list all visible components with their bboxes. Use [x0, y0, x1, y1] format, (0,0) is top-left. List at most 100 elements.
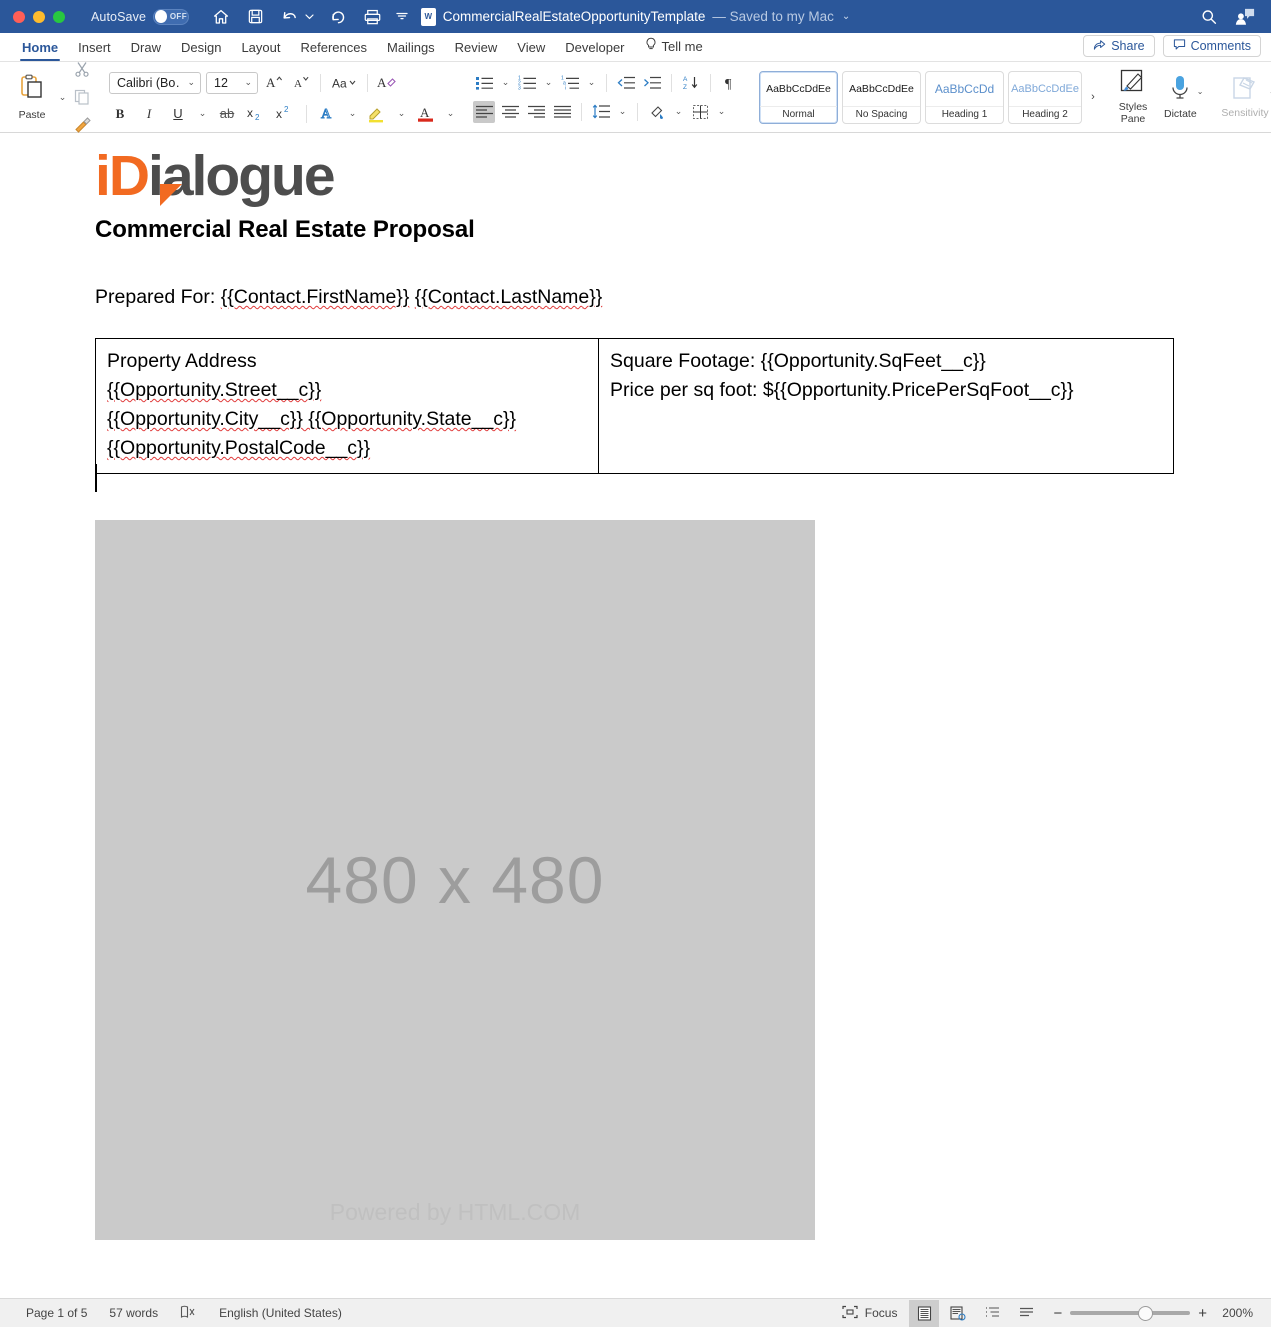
sensitivity-button[interactable]: Sensitivity [1221, 62, 1269, 132]
multilevel-list-chevron-icon[interactable]: ⌄ [585, 72, 598, 94]
line-spacing-chevron-icon[interactable]: ⌄ [616, 101, 629, 123]
zoom-slider-thumb[interactable] [1138, 1305, 1154, 1321]
increase-indent-icon[interactable] [641, 72, 663, 94]
shading-icon[interactable] [646, 101, 668, 123]
change-case-icon[interactable]: Aa [329, 72, 359, 94]
focus-mode-button[interactable]: Focus [842, 1305, 897, 1322]
maximize-window-button[interactable] [53, 10, 65, 23]
window-controls[interactable] [13, 10, 65, 23]
dictate-chevron-icon[interactable]: ⌄ [1197, 87, 1204, 96]
redo-icon[interactable] [328, 7, 348, 27]
search-icon[interactable] [1199, 7, 1219, 27]
tab-mailings[interactable]: Mailings [377, 40, 445, 61]
share-button[interactable]: Share [1083, 35, 1155, 57]
text-effects-icon[interactable]: A [317, 103, 339, 125]
line-spacing-icon[interactable] [590, 101, 612, 123]
tab-developer[interactable]: Developer [555, 40, 634, 61]
tab-home[interactable]: Home [12, 40, 68, 61]
styles-gallery[interactable]: AaBbCcDdEe Normal AaBbCcDdEe No Spacing … [757, 62, 1102, 132]
underline-options-chevron-icon[interactable]: ⌄ [196, 103, 209, 125]
strikethrough-button[interactable]: ab [216, 103, 238, 125]
borders-icon[interactable] [689, 101, 711, 123]
tab-layout[interactable]: Layout [231, 40, 290, 61]
align-right-button[interactable] [525, 101, 547, 123]
clear-formatting-icon[interactable]: A [376, 72, 398, 94]
undo-dropdown-icon[interactable] [305, 7, 314, 27]
zoom-slider[interactable] [1070, 1305, 1191, 1321]
image-placeholder[interactable]: 480 x 480 Powered by HTML.COM [95, 520, 815, 1240]
underline-button[interactable]: U [167, 103, 189, 125]
table-cell-property-address[interactable]: Property Address {{Opportunity.Street__c… [95, 337, 599, 475]
show-formatting-marks-icon[interactable]: ¶ [719, 72, 741, 94]
align-left-button[interactable] [473, 100, 495, 123]
italic-button[interactable]: I [138, 103, 160, 125]
page-number-status[interactable]: Page 1 of 5 [26, 1306, 87, 1320]
font-color-icon[interactable]: A [415, 103, 437, 125]
subscript-button[interactable]: x2 [245, 103, 267, 125]
shading-chevron-icon[interactable]: ⌄ [672, 101, 685, 123]
chevron-down-icon[interactable]: ⌄ [842, 11, 850, 22]
language-status[interactable]: English (United States) [219, 1306, 342, 1320]
tab-draw[interactable]: Draw [121, 40, 171, 61]
borders-chevron-icon[interactable]: ⌄ [715, 101, 728, 123]
print-layout-view-button[interactable] [909, 1299, 940, 1327]
styles-pane-button[interactable]: Styles Pane [1118, 62, 1148, 132]
quick-access-toolbar[interactable] [211, 7, 408, 27]
format-painter-icon[interactable] [71, 114, 93, 136]
decrease-font-size-icon[interactable]: A [290, 72, 312, 94]
zoom-level-label[interactable]: 200% [1215, 1306, 1253, 1320]
tell-me-button[interactable]: Tell me [635, 37, 713, 61]
document-canvas[interactable]: iDialogue Commercial Real Estate Proposa… [0, 134, 1271, 1298]
tab-view[interactable]: View [507, 40, 555, 61]
account-icon[interactable] [1235, 7, 1255, 27]
print-icon[interactable] [362, 7, 382, 27]
text-effects-chevron-icon[interactable]: ⌄ [346, 103, 359, 125]
increase-font-size-icon[interactable]: A [263, 72, 285, 94]
font-name-combo[interactable]: Calibri (Bo… ⌄ [109, 71, 201, 94]
bold-button[interactable]: B [109, 103, 131, 125]
highlight-color-icon[interactable] [366, 103, 388, 125]
sort-icon[interactable]: AZ [680, 72, 702, 94]
multilevel-list-icon[interactable]: 1ai [559, 72, 581, 94]
style-heading-1[interactable]: AaBbCcDd Heading 1 [925, 70, 1004, 124]
home-icon[interactable] [211, 7, 231, 27]
bulleted-list-icon[interactable] [473, 72, 495, 94]
undo-icon[interactable] [279, 7, 299, 27]
style-heading-2[interactable]: AaBbCcDdEe Heading 2 [1008, 70, 1082, 124]
paste-button[interactable]: Paste [8, 73, 56, 121]
tab-design[interactable]: Design [171, 40, 231, 61]
bulleted-list-chevron-icon[interactable]: ⌄ [499, 72, 512, 94]
autosave-toggle[interactable]: OFF [153, 8, 190, 25]
font-size-combo[interactable]: 12 ⌄ [206, 71, 258, 94]
numbered-list-icon[interactable]: 123 [516, 72, 538, 94]
styles-gallery-more-button[interactable]: › [1086, 91, 1100, 103]
style-normal[interactable]: AaBbCcDdEe Normal [759, 70, 838, 124]
style-no-spacing[interactable]: AaBbCcDdEe No Spacing [842, 70, 921, 124]
property-details-table[interactable]: Property Address {{Opportunity.Street__c… [95, 337, 1174, 475]
comments-button[interactable]: Comments [1162, 35, 1261, 57]
zoom-out-button[interactable]: − [1053, 1305, 1062, 1322]
word-count-status[interactable]: 57 words [109, 1306, 158, 1320]
close-window-button[interactable] [13, 10, 25, 23]
zoom-control[interactable]: − + 200% [1053, 1305, 1253, 1322]
customize-toolbar-icon[interactable] [396, 7, 408, 27]
web-layout-view-button[interactable] [943, 1300, 973, 1327]
outline-view-button[interactable] [977, 1300, 1007, 1327]
justify-button[interactable] [551, 101, 573, 123]
table-cell-square-footage[interactable]: Square Footage: {{Opportunity.SqFeet__c}… [598, 337, 1174, 475]
cut-icon[interactable] [71, 58, 93, 80]
draft-view-button[interactable] [1011, 1300, 1041, 1327]
paste-options-chevron-icon[interactable]: ⌄ [56, 86, 69, 108]
superscript-button[interactable]: x2 [274, 103, 296, 125]
minimize-window-button[interactable] [33, 10, 45, 23]
proofing-errors-icon[interactable] [180, 1305, 197, 1322]
copy-icon[interactable] [71, 86, 93, 108]
dictate-button[interactable]: Dictate [1164, 62, 1197, 132]
tab-references[interactable]: References [291, 40, 377, 61]
zoom-in-button[interactable]: + [1198, 1305, 1207, 1322]
document-page[interactable]: iDialogue Commercial Real Estate Proposa… [0, 134, 1271, 1298]
numbered-list-chevron-icon[interactable]: ⌄ [542, 72, 555, 94]
autosave-control[interactable]: AutoSave OFF [91, 8, 190, 25]
highlight-color-chevron-icon[interactable]: ⌄ [395, 103, 408, 125]
tab-review[interactable]: Review [445, 40, 508, 61]
